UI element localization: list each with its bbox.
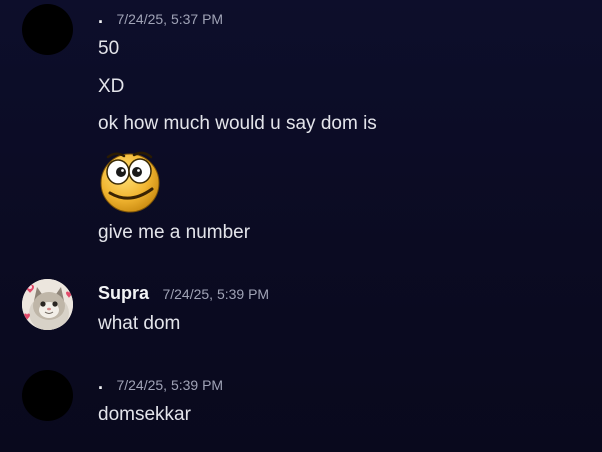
- message-text: XD: [98, 76, 125, 97]
- message-text: domsekkar: [98, 404, 191, 425]
- message-header: . 7/24/25, 5:37 PM: [98, 7, 223, 29]
- message-text: give me a number: [98, 222, 251, 243]
- avatar[interactable]: [22, 370, 73, 421]
- timestamp[interactable]: 7/24/25, 5:39 PM: [116, 377, 223, 393]
- message-header: . 7/24/25, 5:39 PM: [98, 373, 223, 395]
- message-header: Supra 7/24/25, 5:39 PM: [98, 283, 269, 304]
- message-text: 50: [98, 38, 120, 59]
- username[interactable]: .: [98, 7, 103, 27]
- message-text: ok how much would u say dom is: [98, 113, 377, 134]
- avatar[interactable]: [22, 279, 73, 330]
- message-text: what dom: [98, 313, 181, 334]
- username[interactable]: .: [98, 373, 103, 393]
- username[interactable]: Supra: [98, 283, 149, 303]
- cat-avatar-icon: [22, 279, 73, 330]
- timestamp[interactable]: 7/24/25, 5:39 PM: [162, 286, 269, 302]
- avatar[interactable]: [22, 4, 73, 55]
- googly-eyed-smiley-emoji-icon[interactable]: [96, 145, 164, 213]
- timestamp[interactable]: 7/24/25, 5:37 PM: [116, 11, 223, 27]
- chat-message-list: . 7/24/25, 5:37 PM 50 XD ok how much wou…: [0, 0, 602, 452]
